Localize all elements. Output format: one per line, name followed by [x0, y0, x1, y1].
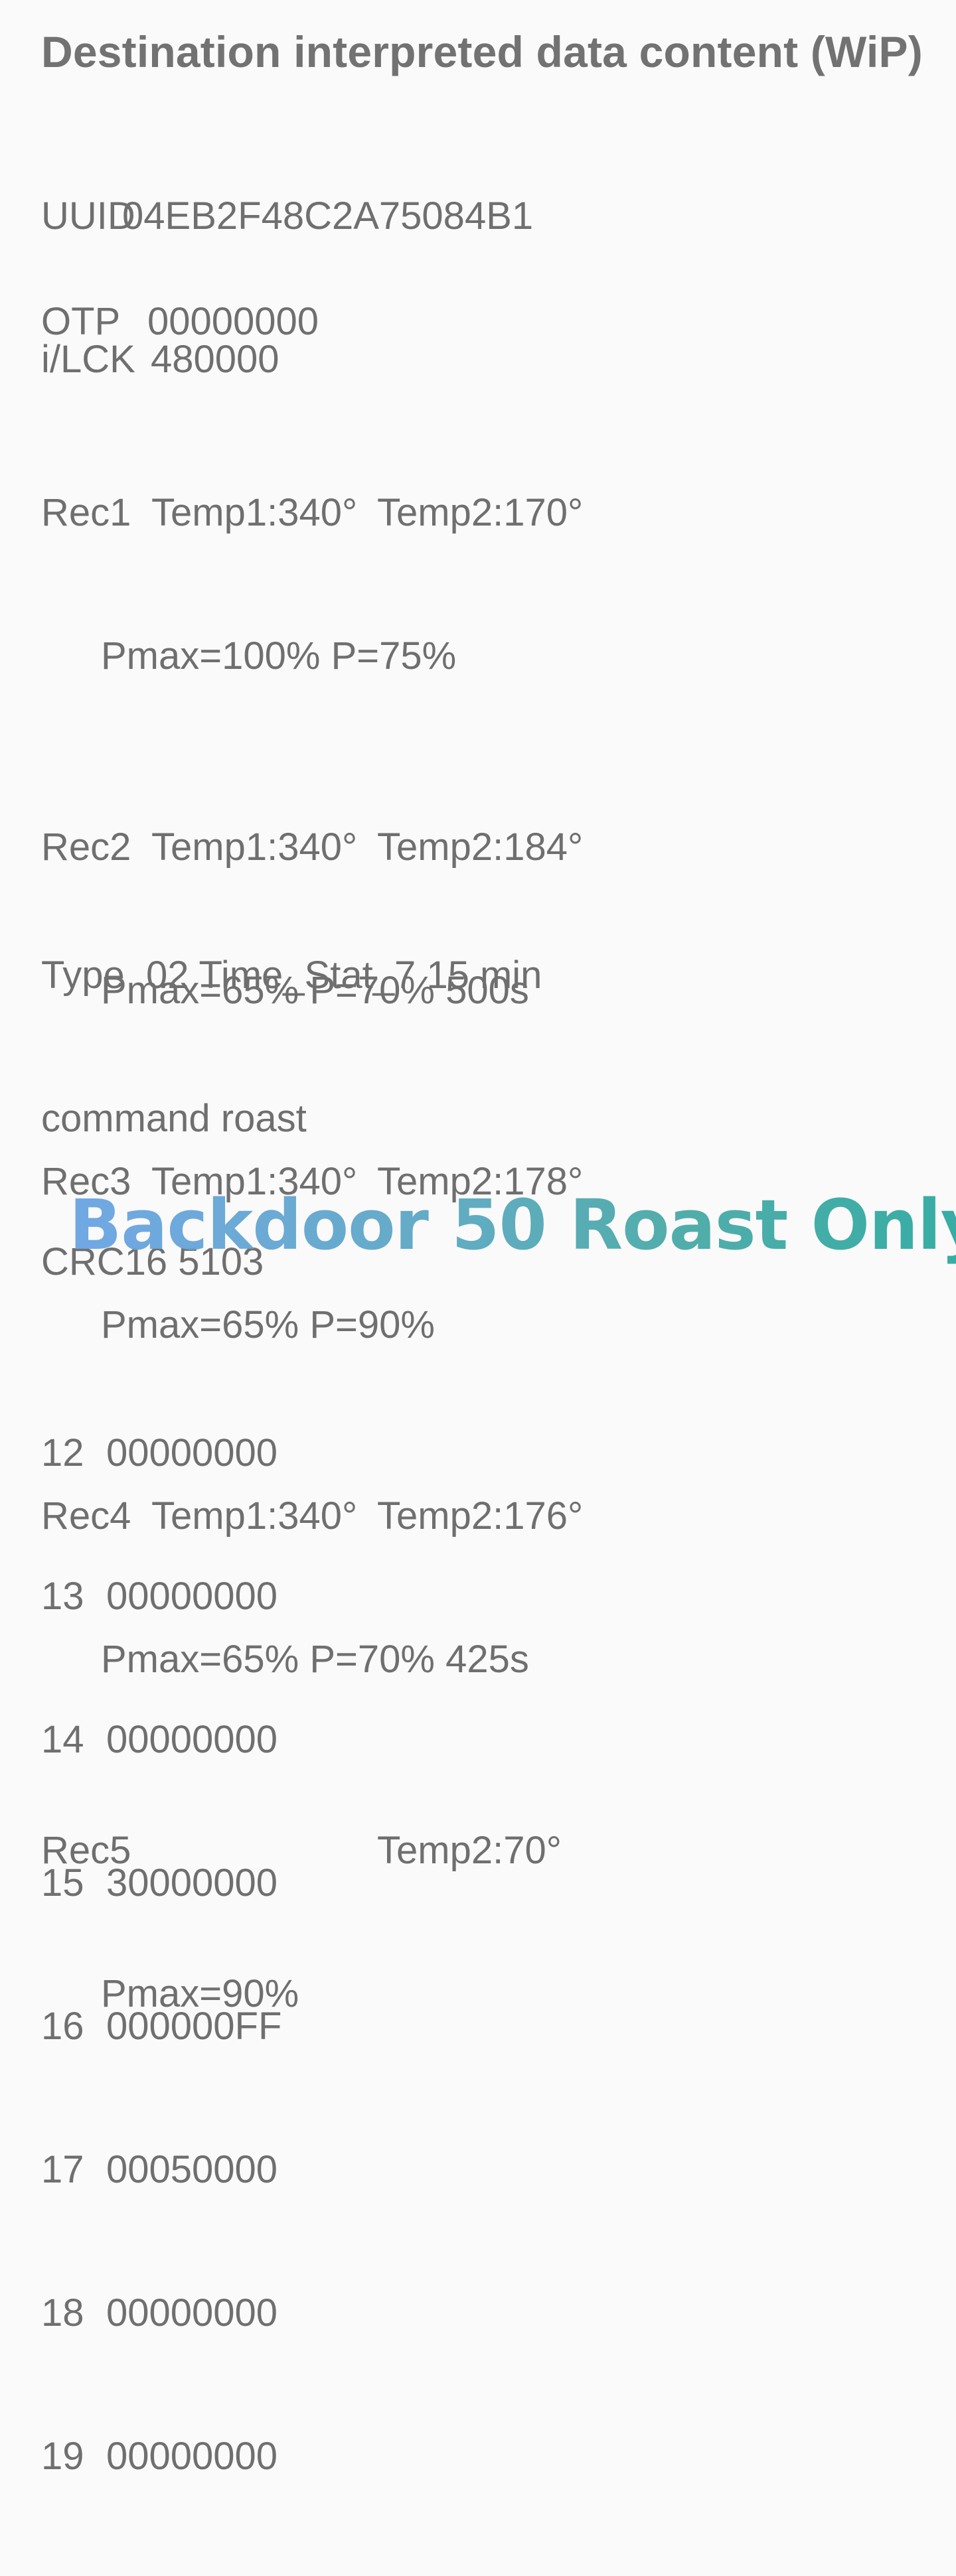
raw-row: 16 000000FF	[41, 2003, 542, 2050]
record-label: Rec1	[41, 491, 131, 534]
raw-block: Type 02 Time_Stat_7 15 min command roast…	[41, 856, 542, 2576]
record-detail: Pmax=100% P=75%	[101, 634, 457, 678]
otp-label: OTP	[41, 300, 121, 343]
type-line: Type 02 Time_Stat_7 15 min	[41, 954, 542, 997]
raw-row-number: 14	[41, 1718, 84, 1761]
raw-row-number: 12	[41, 1431, 84, 1474]
raw-row-value: 00000000	[106, 2291, 278, 2334]
raw-row: 19 00000000	[41, 2433, 542, 2480]
page-title: Destination interpreted data content (Wi…	[41, 27, 923, 76]
raw-row: 14 00000000	[41, 1716, 542, 1764]
raw-row-number: 18	[41, 2291, 84, 2334]
raw-row: 12 00000000	[41, 1429, 542, 1477]
raw-row: 13 00000000	[41, 1573, 542, 1620]
raw-row-number: 17	[41, 2148, 84, 2191]
otp-line: OTP 00000000	[41, 298, 583, 346]
raw-row-value: 30000000	[106, 1861, 278, 1904]
raw-row-value: 00000000	[106, 1718, 278, 1761]
record-detail-line: Pmax=100% P=75%	[41, 632, 583, 680]
raw-row: 17 00050000	[41, 2146, 542, 2194]
raw-row-value: 00000000	[106, 2435, 278, 2478]
raw-row-number: 19	[41, 2435, 84, 2478]
record-line: Rec1 Temp1:340° Temp2:170°	[41, 489, 583, 537]
command-line: command roast	[41, 1097, 307, 1140]
raw-row-number: 13	[41, 1575, 84, 1618]
raw-row-number: 16	[41, 2005, 84, 2048]
raw-row-value: 000000FF	[106, 2005, 282, 2048]
otp-value: 00000000	[147, 300, 319, 343]
raw-row-value: 00000000	[106, 1575, 278, 1618]
record-temp2: Temp2:170°	[377, 491, 584, 534]
raw-row: 15 30000000	[41, 1859, 542, 1907]
record-temp1: Temp1:340°	[151, 491, 358, 534]
raw-row-value: 00050000	[106, 2148, 278, 2191]
raw-row: 18 00000000	[41, 2289, 542, 2337]
raw-row-number: 15	[41, 1861, 84, 1904]
raw-row-value: 00000000	[106, 1431, 278, 1474]
watermark-overlay: Backdoor 50 Roast Only	[69, 1184, 956, 1265]
